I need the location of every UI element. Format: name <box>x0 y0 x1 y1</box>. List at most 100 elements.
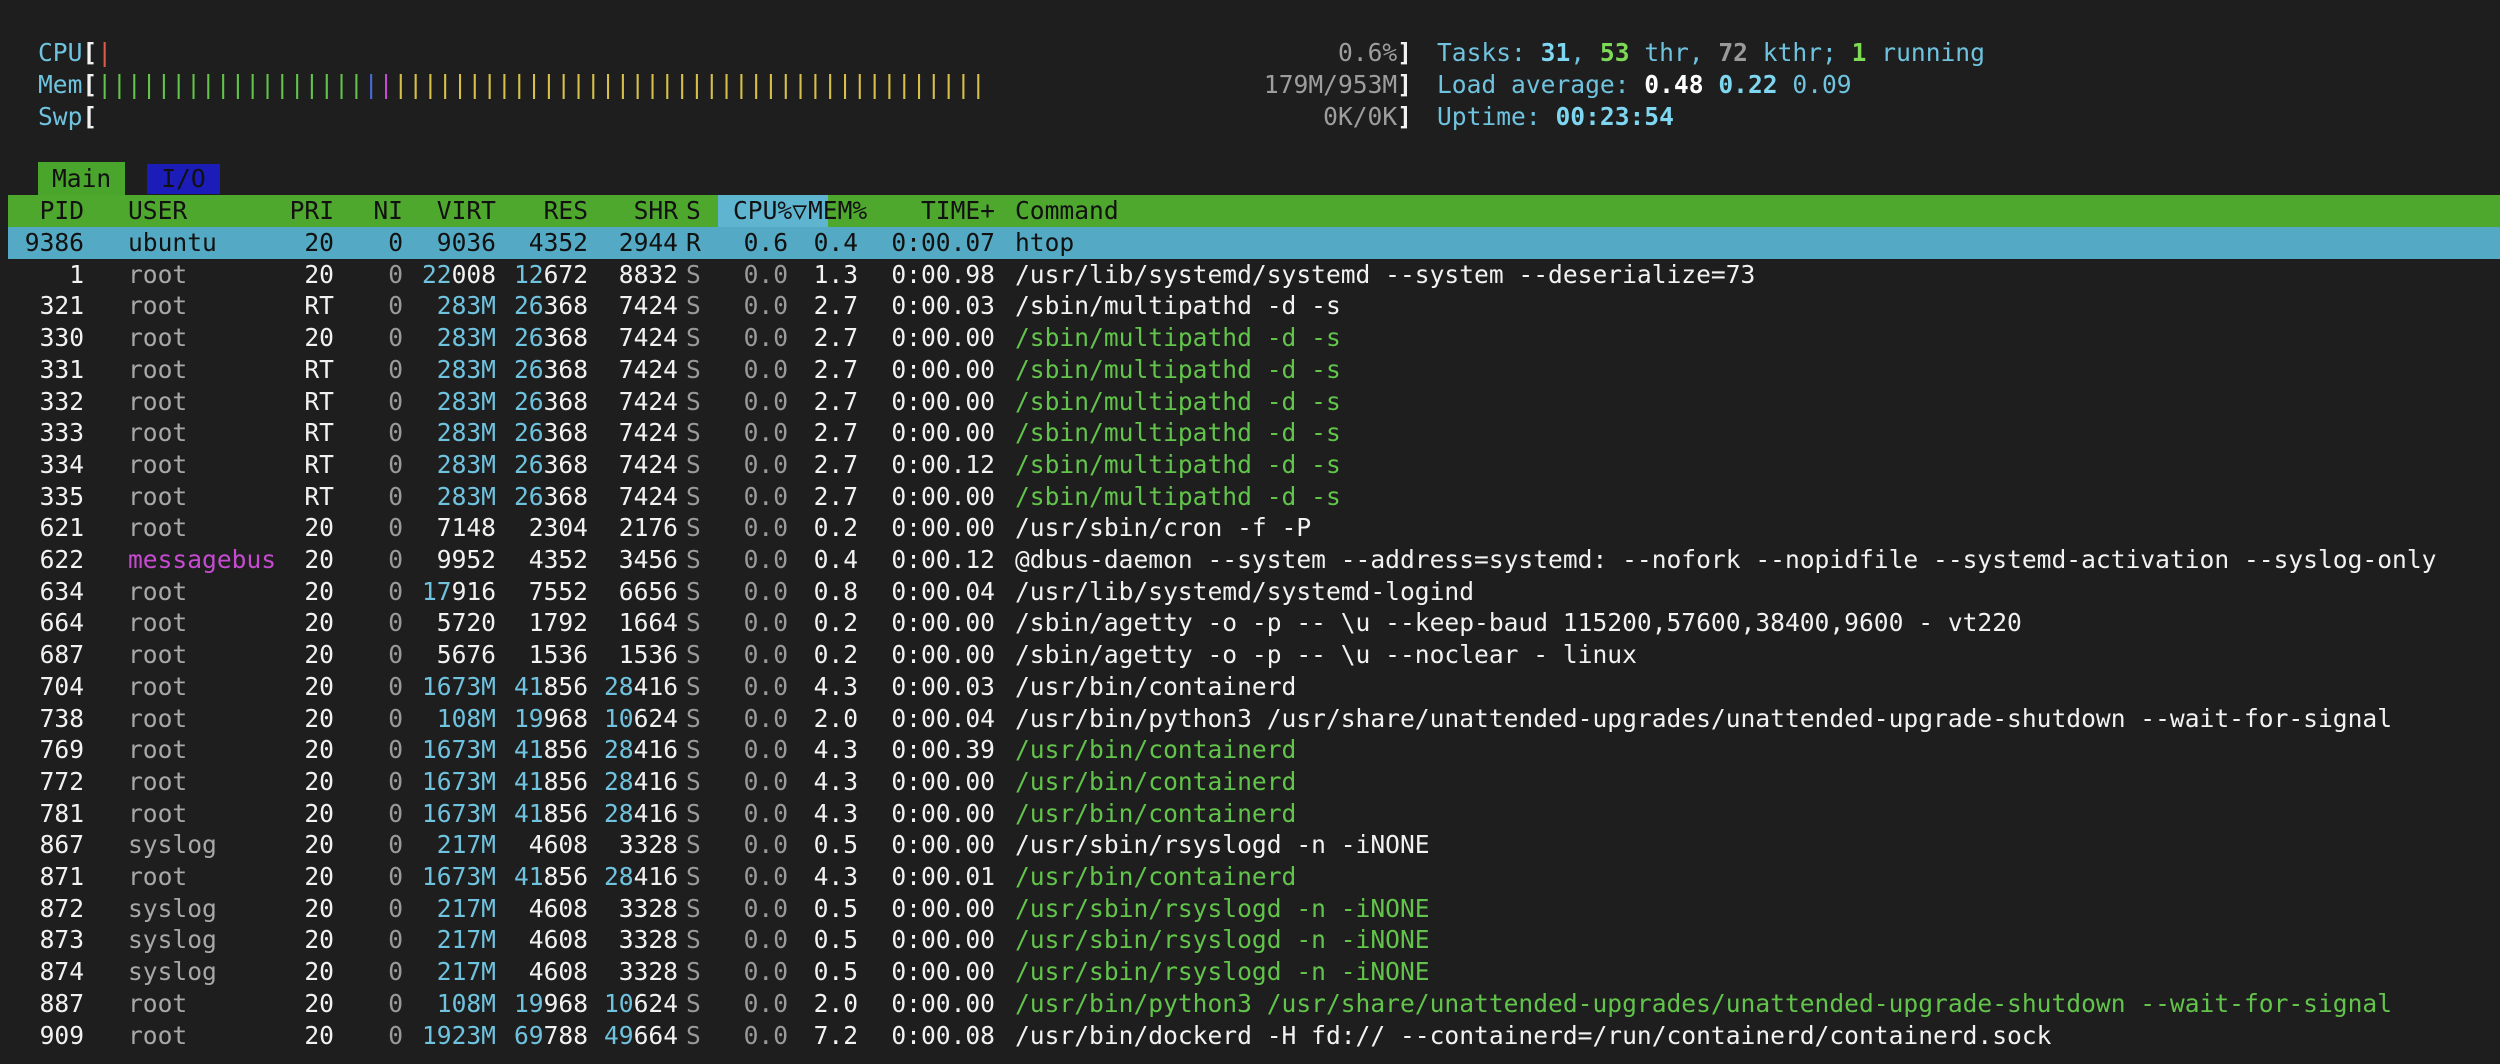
process-shr: 10624 <box>603 703 678 733</box>
process-row[interactable]: 772 root 20 0 1673M 41856 28416 S 0.0 4.3 0:00.00 /… <box>8 766 2500 798</box>
tab-io[interactable]: I/O <box>147 164 220 194</box>
process-pid: 621 <box>39 513 84 543</box>
process-row[interactable]: 321 root RT 0 283M 26368 7424 S 0.0 2.7 0:00.03/sb… <box>8 290 2500 322</box>
process-row[interactable]: 872 syslog 20 0 217M 4608 3328 S 0.0 0.5 0:00.00/u… <box>8 893 2500 925</box>
process-shr: 28416 <box>603 735 678 765</box>
process-user: root <box>128 576 188 606</box>
process-virt: 1673M <box>421 766 496 796</box>
process-pid: 887 <box>39 988 84 1018</box>
process-shr: 49664 <box>603 1020 678 1050</box>
process-res: 41856 <box>513 862 588 891</box>
process-state: S <box>686 291 701 321</box>
process-virt: 283M <box>436 323 496 353</box>
process-row[interactable]: 704 root 20 0 1673M 41856 28416 S 0.0 4.3 0:00.03 /… <box>8 671 2500 703</box>
process-priority: RT <box>304 354 334 384</box>
tasks-sep: , <box>1570 38 1600 67</box>
column-time[interactable]: TIME+ <box>888 195 995 227</box>
column-command[interactable]: Command <box>1015 195 1119 227</box>
column-pri[interactable]: PRI <box>278 195 334 227</box>
process-cpu-percent: 0.0 <box>743 893 788 923</box>
process-mem-percent: 0.2 <box>813 640 858 670</box>
process-res: 7552 <box>528 576 588 606</box>
column-res[interactable]: RES <box>498 195 588 227</box>
process-user: root <box>128 481 188 511</box>
process-command: /sbin/multipathd -d -s <box>1015 354 1341 384</box>
mem-meter-value-wrap: 179M/953M] <box>1263 70 1412 99</box>
process-row[interactable]: 334 root RT 0 283M 26368 7424 S 0.0 2.7 0:00.12/sb… <box>8 449 2500 481</box>
process-nice: 0 <box>388 354 403 384</box>
process-shr: 7424 <box>618 418 678 448</box>
process-shr: 3328 <box>618 893 678 923</box>
column-state[interactable]: S <box>686 195 701 227</box>
process-time: 0:00.08 <box>891 1020 995 1050</box>
process-time: 0:00.07 <box>891 228 995 257</box>
process-nice: 0 <box>388 862 403 891</box>
process-state: S <box>686 449 701 479</box>
process-row[interactable]: 867 syslog 20 0 217M 4608 3328 S 0.0 0.5 0:00.00/u… <box>8 829 2500 861</box>
process-row[interactable]: 622 messagebus 20 0 9952 4352 3456 S 0.0 0.4 0:00.… <box>8 544 2500 576</box>
mem-meter-label: Mem <box>38 70 83 99</box>
running-label: running <box>1866 38 1985 67</box>
process-nice: 0 <box>388 893 403 923</box>
tab-main[interactable]: Main <box>38 162 126 196</box>
process-priority: RT <box>304 449 334 479</box>
process-row[interactable]: 335 root RT 0 283M 26368 7424 S 0.0 2.7 0:00.00/sb… <box>8 481 2500 513</box>
process-row[interactable]: 871 root 20 0 1673M 41856 28416 S 0.0 4.3 0:00.01 /… <box>8 861 2500 893</box>
process-shr: 28416 <box>603 766 678 796</box>
process-shr: 7424 <box>618 449 678 479</box>
column-shr[interactable]: SHR <box>588 195 678 227</box>
process-virt: 217M <box>436 957 496 987</box>
process-row[interactable]: 621 root 20 0 7148 2304 2176 S 0.0 0.2 0:00.00/usr… <box>8 512 2500 544</box>
process-res: 12672 <box>513 259 588 289</box>
process-row[interactable]: 909 root 20 0 1923M 69788 49664 S 0.0 7.2 0:00.08 /… <box>8 1020 2500 1052</box>
process-mem-percent: 2.7 <box>813 449 858 479</box>
process-row[interactable]: 738 root 20 0 108M 19968 10624 S 0.0 2.0 0:00.04/u… <box>8 703 2500 735</box>
column-user[interactable]: USER <box>128 195 187 227</box>
process-virt: 1673M <box>421 798 496 828</box>
process-row[interactable]: 873 syslog 20 0 217M 4608 3328 S 0.0 0.5 0:00.00/u… <box>8 924 2500 956</box>
process-nice: 0 <box>388 608 403 638</box>
process-state: S <box>686 798 701 828</box>
process-row[interactable]: 687 root 20 0 5676 1536 1536 S 0.0 0.2 0:00.00/sbi… <box>8 639 2500 671</box>
process-row[interactable]: 332 root RT 0 283M 26368 7424 S 0.0 2.7 0:00.00/sb… <box>8 386 2500 418</box>
process-row[interactable]: 1 root 20 0 22008 12672 8832 S 0.0 1.3 0:00.98/usr… <box>8 259 2500 291</box>
process-command: /usr/lib/systemd/systemd --system --dese… <box>1015 259 1756 289</box>
process-row[interactable]: 874 syslog 20 0 217M 4608 3328 S 0.0 0.5 0:00.00/u… <box>8 956 2500 988</box>
process-pid: 772 <box>39 766 84 796</box>
process-command: /usr/bin/python3 /usr/share/unattended-u… <box>1015 988 2393 1018</box>
process-row[interactable]: 664 root 20 0 5720 1792 1664 S 0.0 0.2 0:00.00/sbi… <box>8 607 2500 639</box>
process-state: S <box>686 386 701 416</box>
process-shr: 6656 <box>618 576 678 606</box>
process-user: root <box>128 766 188 796</box>
process-row[interactable]: 887 root 20 0 108M 19968 10624 S 0.0 2.0 0:00.00/u… <box>8 988 2500 1020</box>
process-res: 41856 <box>513 766 588 796</box>
process-state: S <box>686 830 701 860</box>
process-row[interactable]: 9386 ubuntu 20 0 9036 4352 2944 R 0.6 0.4 0:00.07 h… <box>8 227 2500 259</box>
process-state: S <box>686 925 701 955</box>
process-pid: 9386 <box>24 228 84 257</box>
process-pid: 874 <box>39 957 84 987</box>
column-mem[interactable]: MEM% <box>808 195 867 227</box>
process-mem-percent: 4.3 <box>813 735 858 765</box>
column-ni[interactable]: NI <box>348 195 403 227</box>
process-cpu-percent: 0.0 <box>743 830 788 860</box>
process-state: S <box>686 893 701 923</box>
swap-meter-value: 0K/0K <box>1323 102 1398 131</box>
process-row[interactable]: 333 root RT 0 283M 26368 7424 S 0.0 2.7 0:00.00/sb… <box>8 417 2500 449</box>
process-pid: 872 <box>39 893 84 923</box>
column-virt[interactable]: VIRT <box>408 195 496 227</box>
kthreads-label: kthr; <box>1748 38 1852 67</box>
process-row[interactable]: 331 root RT 0 283M 26368 7424 S 0.0 2.7 0:00.00/sb… <box>8 354 2500 386</box>
process-user: root <box>128 608 188 638</box>
process-row[interactable]: 634 root 20 0 17916 7552 6656 S 0.0 0.8 0:00.04/us… <box>8 576 2500 608</box>
process-res: 4352 <box>528 228 588 257</box>
process-row[interactable]: 330 root 20 0 283M 26368 7424 S 0.0 2.7 0:00.00/sb… <box>8 322 2500 354</box>
process-row[interactable]: 769 root 20 0 1673M 41856 28416 S 0.0 4.3 0:00.39 /… <box>8 734 2500 766</box>
process-virt: 283M <box>436 418 496 448</box>
process-user: syslog <box>128 830 217 860</box>
process-cpu-percent: 0.0 <box>743 323 788 353</box>
column-pid[interactable]: PID <box>8 195 84 227</box>
process-row[interactable]: 781 root 20 0 1673M 41856 28416 S 0.0 4.3 0:00.00 /… <box>8 798 2500 830</box>
process-user: root <box>128 291 188 321</box>
process-time: 0:00.00 <box>891 354 995 384</box>
